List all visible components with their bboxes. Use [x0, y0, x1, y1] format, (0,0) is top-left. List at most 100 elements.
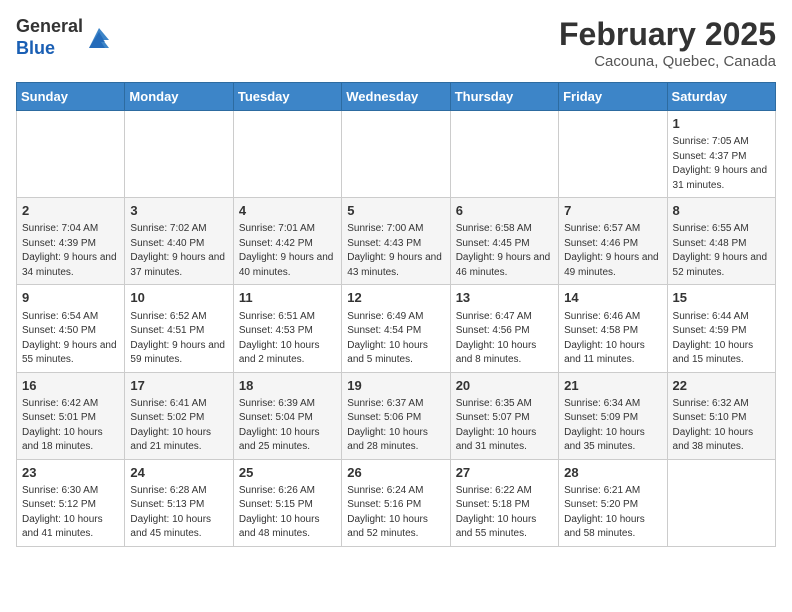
- calendar-cell: 3 Sunrise: 7:02 AM Sunset: 4:40 PM Daylig…: [125, 198, 233, 285]
- calendar-cell: 15 Sunrise: 6:44 AM Sunset: 4:59 PM Dayli…: [667, 285, 775, 372]
- calendar-cell: 24 Sunrise: 6:28 AM Sunset: 5:13 PM Dayli…: [125, 459, 233, 546]
- day-number: 23: [22, 464, 119, 482]
- calendar-cell: 14 Sunrise: 6:46 AM Sunset: 4:58 PM Dayli…: [559, 285, 667, 372]
- calendar-cell: 22 Sunrise: 6:32 AM Sunset: 5:10 PM Dayli…: [667, 372, 775, 459]
- day-number: 9: [22, 289, 119, 307]
- day-info: Sunrise: 6:37 AM Sunset: 5:06 PM Dayligh…: [347, 397, 444, 455]
- calendar-cell: 1 Sunrise: 7:05 AM Sunset: 4:37 PM Daylig…: [667, 111, 775, 198]
- calendar-cell: 9 Sunrise: 6:54 AM Sunset: 4:50 PM Daylig…: [17, 285, 125, 372]
- calendar-day-header: Monday: [125, 83, 233, 111]
- day-number: 27: [456, 464, 553, 482]
- day-number: 7: [564, 202, 661, 220]
- calendar-day-header: Sunday: [17, 83, 125, 111]
- day-info: Sunrise: 6:34 AM Sunset: 5:09 PM Dayligh…: [564, 397, 661, 455]
- calendar-cell: [342, 111, 450, 198]
- day-number: 2: [22, 202, 119, 220]
- day-info: Sunrise: 6:35 AM Sunset: 5:07 PM Dayligh…: [456, 397, 553, 455]
- day-number: 1: [673, 115, 770, 133]
- calendar-cell: [125, 111, 233, 198]
- day-number: 5: [347, 202, 444, 220]
- calendar-cell: 17Sunrise: 6:41 AM Sunset: 5:02 PM Dayli…: [125, 372, 233, 459]
- calendar-week-row: 23 Sunrise: 6:30 AM Sunset: 5:12 PM Dayli…: [17, 459, 776, 546]
- day-number: 6: [456, 202, 553, 220]
- day-number: 21: [564, 377, 661, 395]
- calendar-cell: 6 Sunrise: 6:58 AM Sunset: 4:45 PM Daylig…: [450, 198, 558, 285]
- calendar-cell: 4 Sunrise: 7:01 AM Sunset: 4:42 PM Daylig…: [233, 198, 341, 285]
- logo-icon: [85, 24, 113, 52]
- calendar-header-row: SundayMondayTuesdayWednesdayThursdayFrid…: [17, 83, 776, 111]
- day-info: Sunrise: 6:21 AM Sunset: 5:20 PM Dayligh…: [564, 484, 661, 542]
- day-info: Sunrise: 7:02 AM Sunset: 4:40 PM Dayligh…: [130, 222, 227, 280]
- day-info: Sunrise: 6:57 AM Sunset: 4:46 PM Dayligh…: [564, 222, 661, 280]
- day-number: 26: [347, 464, 444, 482]
- calendar-cell: 8Sunrise: 6:55 AM Sunset: 4:48 PM Daylig…: [667, 198, 775, 285]
- logo-general: General: [16, 16, 83, 36]
- logo-blue: Blue: [16, 38, 55, 58]
- day-info: Sunrise: 6:32 AM Sunset: 5:10 PM Dayligh…: [673, 397, 770, 455]
- day-info: Sunrise: 6:58 AM Sunset: 4:45 PM Dayligh…: [456, 222, 553, 280]
- calendar-cell: 19Sunrise: 6:37 AM Sunset: 5:06 PM Dayli…: [342, 372, 450, 459]
- calendar-cell: 20Sunrise: 6:35 AM Sunset: 5:07 PM Dayli…: [450, 372, 558, 459]
- calendar-cell: 26 Sunrise: 6:24 AM Sunset: 5:16 PM Dayli…: [342, 459, 450, 546]
- day-info: Sunrise: 6:28 AM Sunset: 5:13 PM Dayligh…: [130, 484, 227, 542]
- calendar-cell: 10 Sunrise: 6:52 AM Sunset: 4:51 PM Dayli…: [125, 285, 233, 372]
- calendar-cell: 11Sunrise: 6:51 AM Sunset: 4:53 PM Dayli…: [233, 285, 341, 372]
- calendar-cell: 28 Sunrise: 6:21 AM Sunset: 5:20 PM Dayli…: [559, 459, 667, 546]
- day-info: Sunrise: 6:52 AM Sunset: 4:51 PM Dayligh…: [130, 310, 227, 368]
- day-info: Sunrise: 6:54 AM Sunset: 4:50 PM Dayligh…: [22, 310, 119, 368]
- day-info: Sunrise: 6:24 AM Sunset: 5:16 PM Dayligh…: [347, 484, 444, 542]
- calendar-day-header: Saturday: [667, 83, 775, 111]
- day-info: Sunrise: 6:22 AM Sunset: 5:18 PM Dayligh…: [456, 484, 553, 542]
- title-area: February 2025 Cacouna, Quebec, Canada: [559, 16, 776, 70]
- calendar-week-row: 1 Sunrise: 7:05 AM Sunset: 4:37 PM Daylig…: [17, 111, 776, 198]
- calendar-cell: 13Sunrise: 6:47 AM Sunset: 4:56 PM Dayli…: [450, 285, 558, 372]
- calendar-cell: [233, 111, 341, 198]
- calendar-day-header: Friday: [559, 83, 667, 111]
- day-info: Sunrise: 6:30 AM Sunset: 5:12 PM Dayligh…: [22, 484, 119, 542]
- day-number: 10: [130, 289, 227, 307]
- day-number: 3: [130, 202, 227, 220]
- day-number: 18: [239, 377, 336, 395]
- calendar-cell: 25 Sunrise: 6:26 AM Sunset: 5:15 PM Dayli…: [233, 459, 341, 546]
- day-info: Sunrise: 6:46 AM Sunset: 4:58 PM Dayligh…: [564, 310, 661, 368]
- calendar-cell: 2 Sunrise: 7:04 AM Sunset: 4:39 PM Daylig…: [17, 198, 125, 285]
- day-number: 14: [564, 289, 661, 307]
- day-info: Sunrise: 6:39 AM Sunset: 5:04 PM Dayligh…: [239, 397, 336, 455]
- day-number: 11: [239, 289, 336, 307]
- day-info: Sunrise: 6:47 AM Sunset: 4:56 PM Dayligh…: [456, 310, 553, 368]
- day-info: Sunrise: 7:00 AM Sunset: 4:43 PM Dayligh…: [347, 222, 444, 280]
- calendar-cell: 18 Sunrise: 6:39 AM Sunset: 5:04 PM Dayli…: [233, 372, 341, 459]
- calendar-cell: 16Sunrise: 6:42 AM Sunset: 5:01 PM Dayli…: [17, 372, 125, 459]
- logo: General Blue: [16, 16, 113, 59]
- day-number: 24: [130, 464, 227, 482]
- day-number: 28: [564, 464, 661, 482]
- calendar-cell: [667, 459, 775, 546]
- calendar-week-row: 2 Sunrise: 7:04 AM Sunset: 4:39 PM Daylig…: [17, 198, 776, 285]
- calendar-cell: 23 Sunrise: 6:30 AM Sunset: 5:12 PM Dayli…: [17, 459, 125, 546]
- day-number: 25: [239, 464, 336, 482]
- day-info: Sunrise: 6:44 AM Sunset: 4:59 PM Dayligh…: [673, 310, 770, 368]
- location: Cacouna, Quebec, Canada: [559, 53, 776, 70]
- calendar-cell: [559, 111, 667, 198]
- day-info: Sunrise: 6:42 AM Sunset: 5:01 PM Dayligh…: [22, 397, 119, 455]
- day-number: 4: [239, 202, 336, 220]
- calendar-day-header: Wednesday: [342, 83, 450, 111]
- calendar-week-row: 9 Sunrise: 6:54 AM Sunset: 4:50 PM Daylig…: [17, 285, 776, 372]
- day-info: Sunrise: 6:26 AM Sunset: 5:15 PM Dayligh…: [239, 484, 336, 542]
- day-info: Sunrise: 7:01 AM Sunset: 4:42 PM Dayligh…: [239, 222, 336, 280]
- day-info: Sunrise: 6:41 AM Sunset: 5:02 PM Dayligh…: [130, 397, 227, 455]
- day-number: 8: [673, 202, 770, 220]
- calendar-day-header: Tuesday: [233, 83, 341, 111]
- calendar-cell: [450, 111, 558, 198]
- calendar: SundayMondayTuesdayWednesdayThursdayFrid…: [16, 82, 776, 547]
- day-info: Sunrise: 6:49 AM Sunset: 4:54 PM Dayligh…: [347, 310, 444, 368]
- day-number: 22: [673, 377, 770, 395]
- calendar-cell: 27 Sunrise: 6:22 AM Sunset: 5:18 PM Dayli…: [450, 459, 558, 546]
- day-info: Sunrise: 7:05 AM Sunset: 4:37 PM Dayligh…: [673, 135, 770, 193]
- day-info: Sunrise: 7:04 AM Sunset: 4:39 PM Dayligh…: [22, 222, 119, 280]
- day-number: 12: [347, 289, 444, 307]
- calendar-cell: [17, 111, 125, 198]
- month-year: February 2025: [559, 16, 776, 53]
- day-number: 15: [673, 289, 770, 307]
- calendar-week-row: 16Sunrise: 6:42 AM Sunset: 5:01 PM Dayli…: [17, 372, 776, 459]
